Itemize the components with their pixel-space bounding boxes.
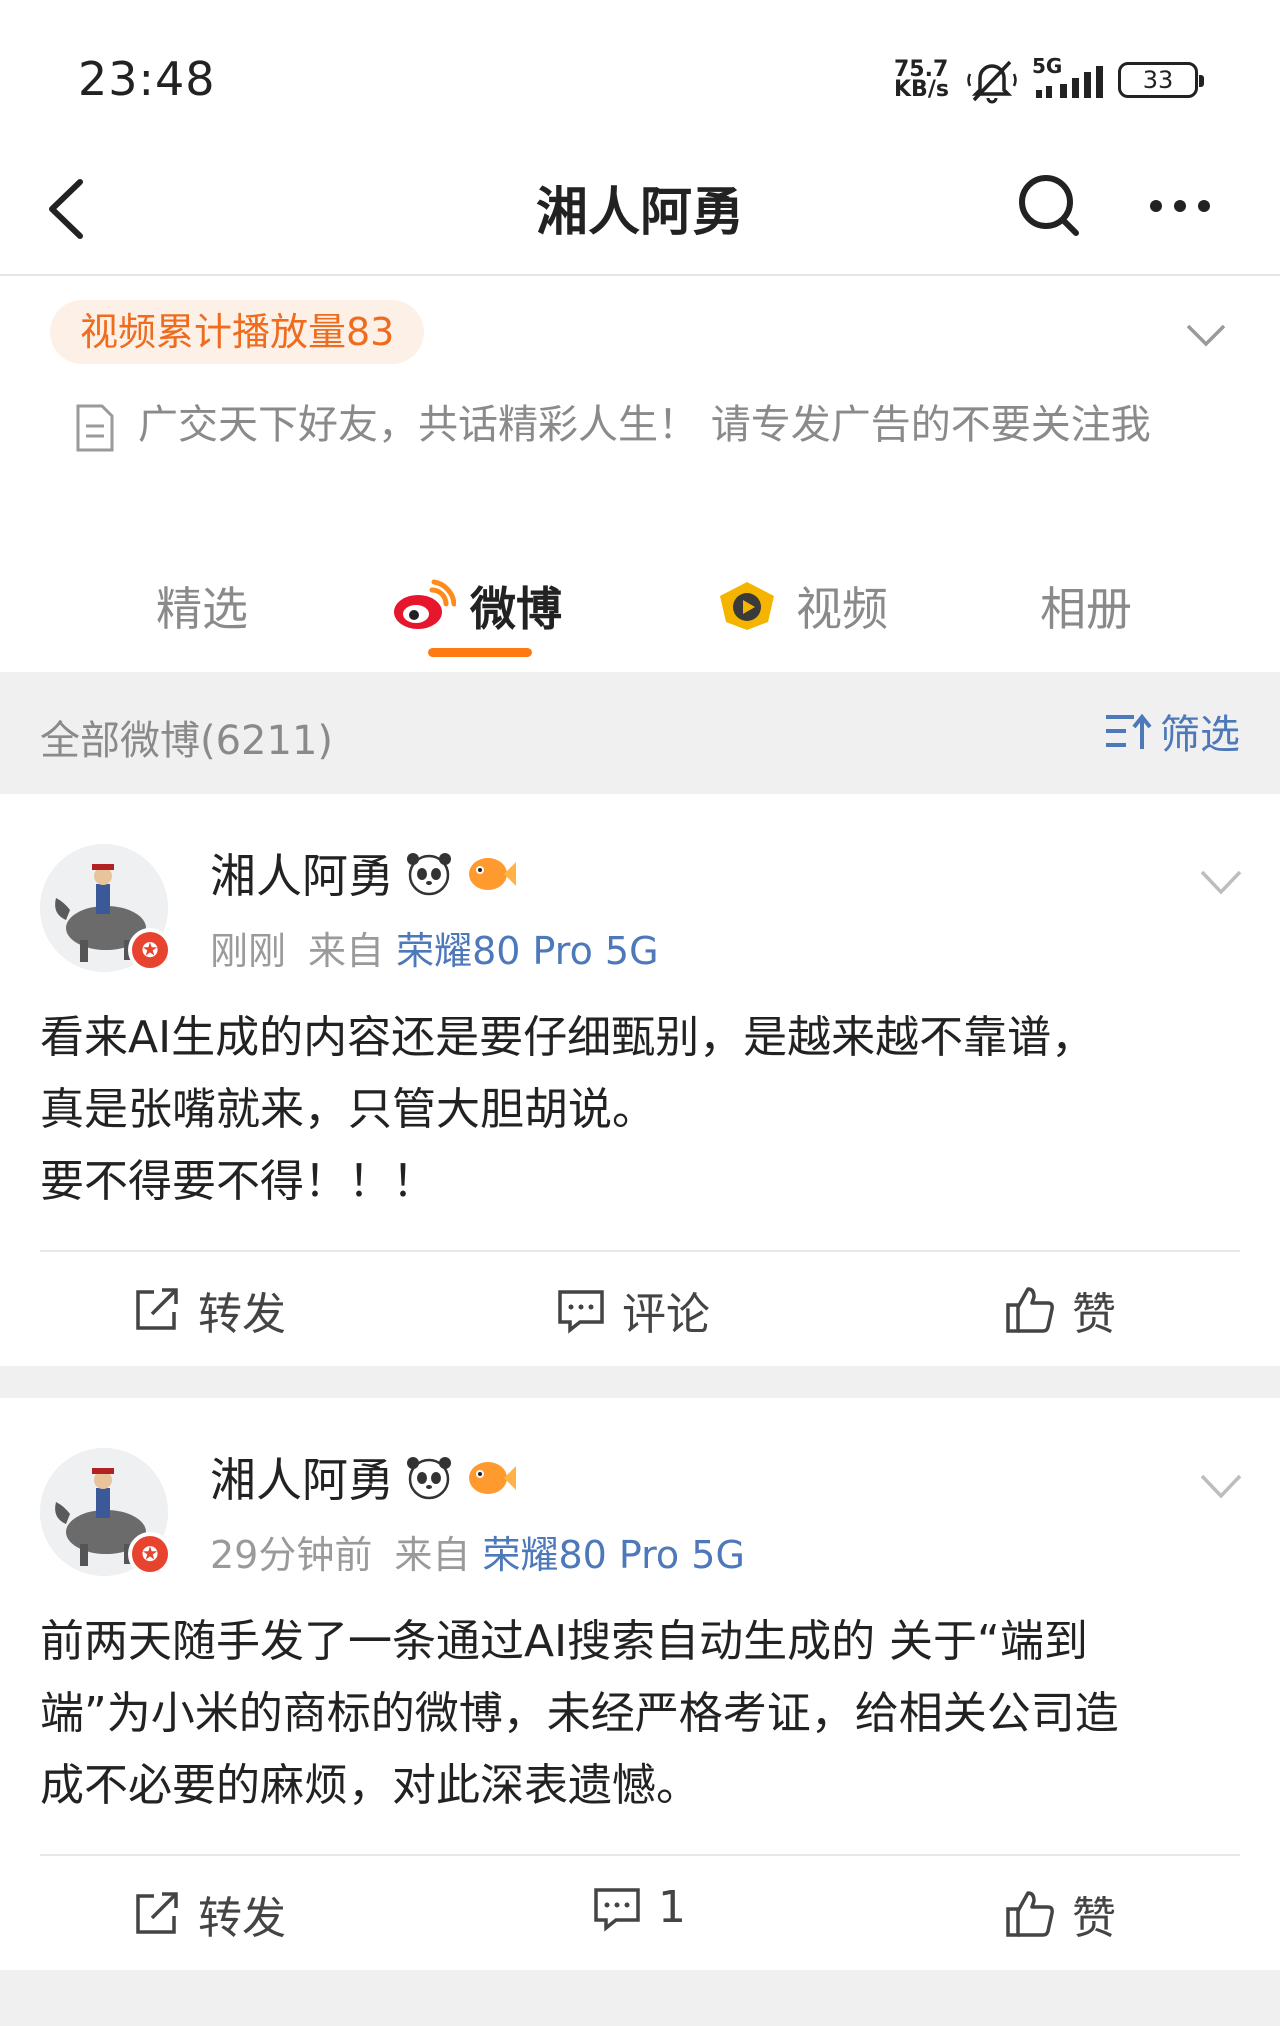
comment-label: 评论 — [622, 1289, 710, 1340]
repost-icon — [136, 1288, 178, 1330]
repost-label: 转发 — [198, 1893, 286, 1944]
repost-button[interactable]: 转发 — [132, 1278, 286, 1342]
tab-label: 相册 — [1040, 582, 1132, 636]
signal-group: 5G — [1032, 56, 1104, 104]
comment-icon — [558, 1290, 604, 1334]
comment-count: 1 — [658, 1882, 686, 1933]
video-badge-icon — [720, 582, 774, 630]
filter-button[interactable]: 筛选 — [1104, 702, 1240, 760]
comment-button[interactable]: 评论 — [556, 1278, 710, 1342]
search-icon[interactable] — [1012, 166, 1088, 246]
document-icon — [76, 404, 114, 452]
post-meta: 29分钟前 来自 荣耀80 Pro 5G — [210, 1524, 745, 1579]
author-name: 湘人阿勇 — [210, 849, 394, 903]
thumbs-up-icon — [1006, 1287, 1054, 1333]
fish-icon — [469, 1462, 516, 1494]
avatar[interactable]: ✪ — [40, 1448, 172, 1576]
like-label: 赞 — [1072, 1289, 1116, 1340]
status-time: 23:48 — [78, 52, 216, 106]
post-source[interactable]: 荣耀80 Pro 5G — [482, 1533, 744, 1577]
post-text-line: 真是张嘴就来，只管大胆胡说。 — [40, 1084, 656, 1135]
signal-icon — [1036, 66, 1103, 98]
filter-bar: 全部微博(6211) 筛选 — [0, 672, 1280, 794]
divider — [40, 1250, 1240, 1252]
status-indicators: 75.7 KB/s 5G 33 — [894, 56, 1204, 104]
mute-bell-icon — [967, 60, 1017, 104]
comment-button[interactable]: 1 — [592, 1882, 686, 1933]
page-title: 湘人阿勇 — [535, 183, 744, 243]
chevron-down-icon[interactable] — [1198, 866, 1244, 898]
network-speed: 75.7 KB/s — [894, 59, 952, 102]
tab-album[interactable]: 相册 — [1040, 566, 1132, 646]
post-time: 29分钟前 — [210, 1533, 373, 1577]
tab-label: 视频 — [796, 582, 888, 636]
like-button[interactable]: 赞 — [1004, 1882, 1116, 1946]
repost-icon — [136, 1892, 178, 1934]
thumbs-up-icon — [1006, 1891, 1054, 1937]
avatar[interactable]: ✪ — [40, 844, 172, 972]
chevron-down-icon[interactable] — [1184, 316, 1228, 352]
weibo-logo-icon — [394, 579, 456, 629]
verified-badge-icon: ✪ — [128, 1532, 172, 1576]
like-button[interactable]: 赞 — [1004, 1278, 1116, 1342]
post-from-label: 来自 — [394, 1533, 471, 1577]
post-author[interactable]: 湘人阿勇 — [210, 1444, 518, 1510]
post-body[interactable]: 看来AI生成的内容还是要仔细甄别，是越来越不靠谱， 真是张嘴就来，只管大胆胡说。… — [40, 1002, 1240, 1218]
tab-video[interactable]: 视频 — [712, 566, 888, 646]
panda-icon — [407, 1457, 451, 1500]
post-text-line: 要不得要不得！！！ — [40, 1156, 436, 1207]
post-card: ✪ 湘人阿勇 29分钟前 来自 荣耀80 Pro 5G 前两天随手发了一条通过AI… — [0, 1398, 1280, 1970]
post-author[interactable]: 湘人阿勇 — [210, 840, 518, 906]
tab-featured[interactable]: 精选 — [156, 566, 248, 646]
weibo-count: 全部微博(6211) — [40, 718, 334, 764]
comment-icon — [594, 1887, 640, 1932]
post-card: ✪ 湘人阿勇 刚刚 来自 荣耀80 Pro 5G 看来AI生成的内容还是要仔细甄别… — [0, 794, 1280, 1366]
post-separator — [0, 1366, 1280, 1398]
repost-label: 转发 — [198, 1289, 286, 1340]
post-meta: 刚刚 来自 荣耀80 Pro 5G — [210, 920, 659, 975]
panda-icon — [407, 853, 451, 896]
profile-bio: 广交天下好友，共话精彩人生！ 请专发广告的不要关注我 — [138, 402, 1151, 448]
active-tab-indicator — [428, 648, 532, 657]
post-source[interactable]: 荣耀80 Pro 5G — [396, 929, 658, 973]
video-views-badge[interactable]: 视频累计播放量83 — [50, 300, 425, 364]
verified-badge-icon: ✪ — [128, 928, 172, 972]
battery-icon: 33 — [1118, 62, 1204, 98]
post-text-line: 前两天随手发了一条通过AI搜索自动生成的 关于“端到 — [40, 1616, 1088, 1667]
filter-icon — [1106, 713, 1152, 749]
top-nav-bar: 湘人阿勇 — [0, 140, 1280, 276]
chevron-down-icon[interactable] — [1198, 1470, 1244, 1502]
fish-icon — [469, 858, 516, 890]
post-text-line: 端”为小米的商标的微博，未经严格考证，给相关公司造 — [40, 1688, 1119, 1739]
post-time: 刚刚 — [210, 929, 287, 973]
tab-label: 精选 — [156, 582, 248, 636]
profile-tabs: 精选 微博 视频 相册 — [0, 556, 1280, 666]
network-speed-unit: KB/s — [894, 77, 949, 102]
divider — [40, 1854, 1240, 1856]
post-separator — [0, 1970, 1280, 2026]
post-text-line: 看来AI生成的内容还是要仔细甄别，是越来越不靠谱， — [40, 1012, 1096, 1063]
repost-button[interactable]: 转发 — [132, 1882, 286, 1946]
status-bar: 23:48 75.7 KB/s 5G 33 — [0, 0, 1280, 140]
post-text-line: 成不必要的麻烦，对此深表遗憾。 — [40, 1760, 700, 1811]
like-label: 赞 — [1072, 1893, 1116, 1944]
post-from-label: 来自 — [308, 929, 385, 973]
more-icon[interactable] — [1140, 166, 1220, 246]
tab-weibo[interactable]: 微博 — [392, 566, 562, 646]
author-name: 湘人阿勇 — [210, 1453, 394, 1507]
battery-level: 33 — [1142, 66, 1174, 94]
tab-label: 微博 — [470, 582, 562, 636]
filter-label: 筛选 — [1160, 712, 1240, 758]
post-body[interactable]: 前两天随手发了一条通过AI搜索自动生成的 关于“端到 端”为小米的商标的微博，未… — [40, 1606, 1240, 1822]
